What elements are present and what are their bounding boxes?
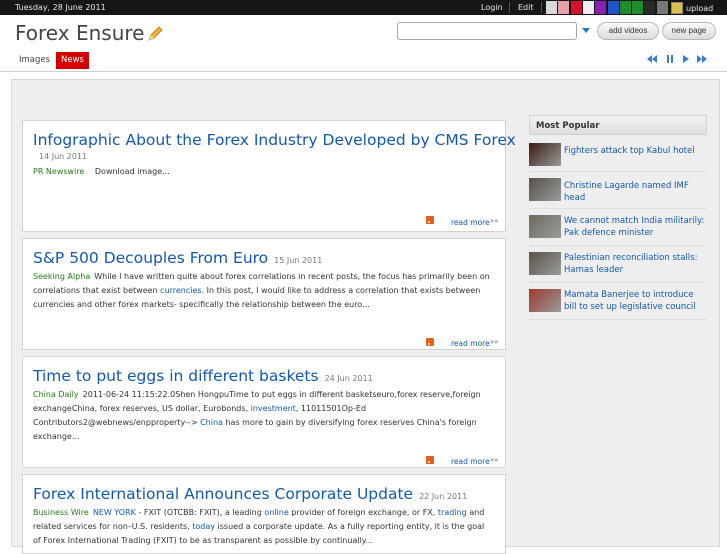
article-body: Business Wire NEW YORK - FXIT (OTCBB: FXI…	[33, 506, 493, 548]
separator	[541, 2, 542, 13]
article-card: S&P 500 Decouples From Euro 15 Jun 2011 S…	[22, 238, 506, 350]
inline-link[interactable]: NEW YORK	[93, 508, 136, 517]
article-body: PR Newswire Download image...	[33, 165, 493, 179]
site-logo[interactable]: Forex Ensure	[15, 21, 144, 45]
nav-bar: Images News	[0, 51, 727, 72]
popular-item-title[interactable]: Fighters attack top Kabul hotel	[564, 145, 707, 157]
thumbnail-image[interactable]	[529, 178, 561, 201]
article-date: 24 Jun 2011	[324, 374, 373, 383]
article-card: Infographic About the Forex Industry Dev…	[22, 120, 516, 232]
popular-item[interactable]: Palestinian reconciliation stalls: Hamas…	[529, 252, 707, 283]
current-date: Tuesday, 28 June 2011	[15, 3, 106, 12]
separator	[509, 2, 510, 13]
article-title[interactable]: S&P 500 Decouples From Euro 15 Jun 2011	[33, 249, 322, 267]
fast-forward-icon[interactable]	[696, 53, 708, 65]
inline-link[interactable]: online	[264, 508, 288, 517]
popular-item-title[interactable]: Mamata Banerjee to introduce bill to set…	[564, 289, 707, 313]
inline-link[interactable]: today	[192, 522, 215, 531]
article-card: Forex International Announces Corporate …	[22, 474, 506, 554]
pencil-icon[interactable]	[147, 26, 163, 42]
article-body: China Daily 2011-06-24 11:15:22.0Shen Hon…	[33, 388, 493, 444]
popular-item-title[interactable]: We cannot match India militarily: Pak de…	[564, 215, 707, 239]
popular-item[interactable]: We cannot match India militarily: Pak de…	[529, 215, 707, 246]
add-videos-button[interactable]: add videos	[597, 22, 659, 40]
color-swatch[interactable]	[607, 1, 619, 14]
article-title[interactable]: Forex International Announces Corporate …	[33, 485, 467, 503]
article-source[interactable]: Business Wire	[33, 508, 89, 517]
article-title[interactable]: Time to put eggs in different baskets 24 …	[33, 367, 373, 385]
color-swatch[interactable]	[644, 1, 656, 14]
article-source[interactable]: Seeking Alpha	[33, 272, 90, 281]
popular-item-title[interactable]: Christine Lagarde named IMF head	[564, 180, 707, 204]
article-text: Download image...	[94, 167, 170, 176]
tab-news[interactable]: News	[56, 52, 89, 69]
article-title[interactable]: Infographic About the Forex Industry Dev…	[33, 131, 516, 149]
upload-icon	[671, 2, 683, 14]
article-date: 22 Jun 2011	[419, 492, 468, 501]
article-card: Time to put eggs in different baskets 24 …	[22, 356, 506, 468]
color-swatch[interactable]	[632, 1, 644, 14]
arrow-icon: »»	[490, 338, 499, 346]
article-text: provider of foreign exchange, or FX,	[288, 508, 438, 517]
rss-icon[interactable]	[426, 216, 434, 224]
arrow-icon: »»	[490, 217, 499, 225]
most-popular-sidebar: Most Popular Fighters attack top Kabul h…	[529, 115, 707, 320]
thumbnail-image[interactable]	[529, 143, 561, 166]
inline-link[interactable]: investment	[251, 404, 296, 413]
inline-link[interactable]: China	[200, 418, 223, 427]
article-title-text[interactable]: S&P 500 Decouples From Euro	[33, 249, 268, 267]
article-body: Seeking Alpha While I have written quite …	[33, 270, 493, 312]
article-source[interactable]: PR Newswire	[33, 167, 84, 176]
read-more-link[interactable]: read more	[451, 339, 490, 348]
read-more-link[interactable]: read more	[451, 457, 490, 466]
inline-link[interactable]: currencies	[160, 286, 201, 295]
play-icon[interactable]	[680, 53, 692, 65]
rewind-icon[interactable]	[646, 53, 658, 65]
new-page-button[interactable]: new page	[662, 22, 716, 40]
inline-link[interactable]: trading	[438, 508, 467, 517]
top-bar: Tuesday, 28 June 2011 Login Edit upload	[0, 0, 727, 15]
color-swatch[interactable]	[656, 1, 668, 14]
color-swatch[interactable]	[619, 1, 631, 14]
article-date: 15 Jun 2011	[274, 256, 323, 265]
color-swatch[interactable]	[582, 1, 594, 14]
color-swatch[interactable]	[546, 1, 557, 14]
thumbnail-image[interactable]	[529, 289, 561, 312]
popular-item-title[interactable]: Palestinian reconciliation stalls: Hamas…	[564, 252, 707, 276]
thumbnail-image[interactable]	[529, 252, 561, 275]
sidebar-title: Most Popular	[529, 115, 707, 135]
article-title-text[interactable]: Forex International Announces Corporate …	[33, 485, 413, 503]
popular-item[interactable]: Mamata Banerjee to introduce bill to set…	[529, 289, 707, 320]
search-dropdown-icon[interactable]	[582, 28, 590, 33]
article-text: - FXIT (OTCBB: FXIT), a leading	[135, 508, 265, 517]
popular-item[interactable]: Christine Lagarde named IMF head	[529, 178, 707, 209]
upload-link[interactable]: upload	[671, 2, 713, 14]
pause-icon[interactable]	[664, 53, 676, 65]
read-more-link[interactable]: read more	[451, 218, 490, 227]
rss-icon[interactable]	[426, 456, 434, 464]
upload-label: upload	[686, 3, 714, 13]
color-swatch[interactable]	[558, 1, 570, 14]
article-source[interactable]: China Daily	[33, 390, 79, 399]
popular-item[interactable]: Fighters attack top Kabul hotel	[529, 143, 707, 172]
article-date: 14 Jun 2011	[39, 152, 88, 161]
search-input[interactable]	[397, 22, 577, 40]
login-link[interactable]: Login	[481, 3, 503, 12]
article-title-text[interactable]: Time to put eggs in different baskets	[33, 367, 319, 385]
color-swatch[interactable]	[570, 1, 582, 14]
tab-images[interactable]: Images	[14, 52, 55, 69]
arrow-icon: »»	[490, 456, 499, 464]
edit-link[interactable]: Edit	[518, 3, 534, 12]
thumbnail-image[interactable]	[529, 215, 561, 238]
color-swatch[interactable]	[595, 1, 607, 14]
rss-icon[interactable]	[426, 338, 434, 346]
